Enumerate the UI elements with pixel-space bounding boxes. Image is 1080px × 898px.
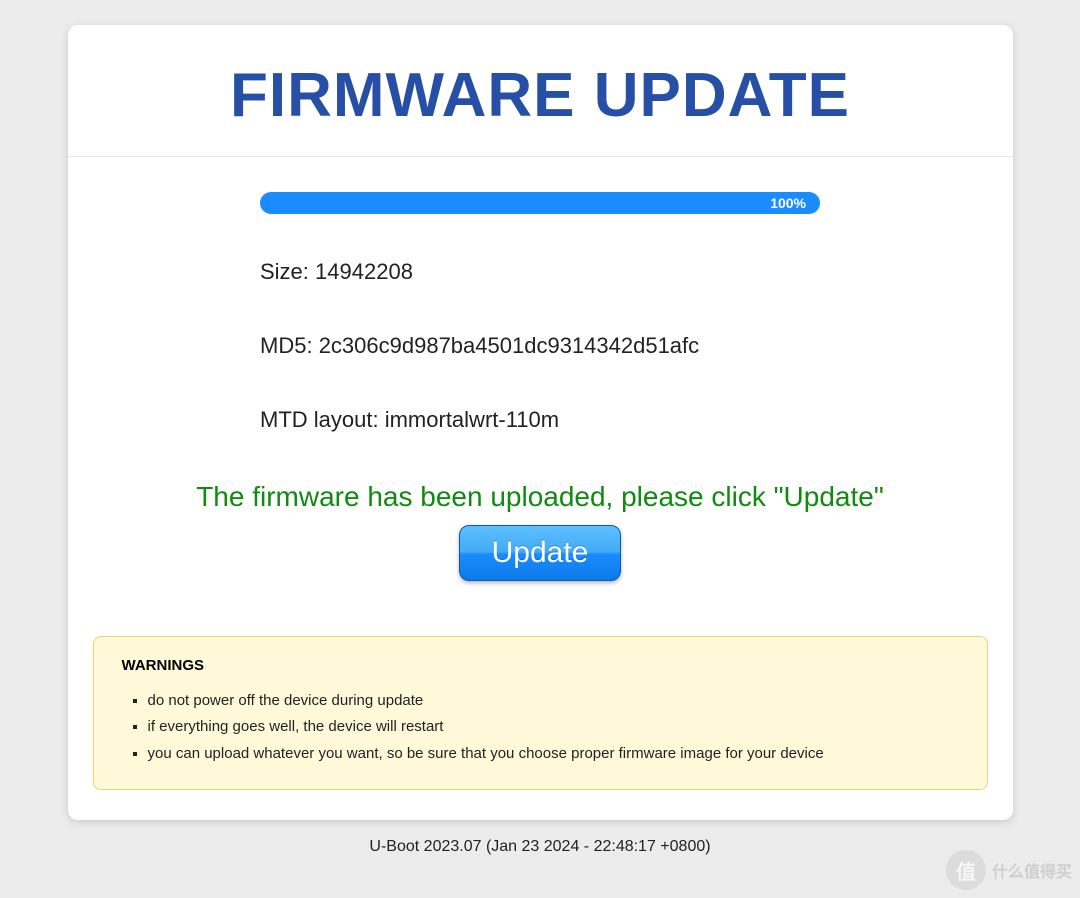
progress-percent: 100% — [770, 195, 806, 211]
firmware-info: Size: 14942208 MD5: 2c306c9d987ba4501dc9… — [260, 259, 820, 433]
watermark: 值 什么值得买 — [946, 850, 1072, 890]
warning-item: if everything goes well, the device will… — [148, 714, 959, 740]
size-label: Size: — [260, 259, 309, 284]
update-button[interactable]: Update — [459, 525, 622, 581]
page-title: FIRMWARE UPDATE — [68, 25, 1013, 156]
divider — [68, 156, 1013, 157]
warnings-heading: WARNINGS — [122, 657, 959, 674]
watermark-icon: 值 — [946, 850, 986, 890]
size-line: Size: 14942208 — [260, 259, 820, 285]
warnings-list: do not power off the device during updat… — [122, 688, 959, 767]
md5-line: MD5: 2c306c9d987ba4501dc9314342d51afc — [260, 333, 820, 359]
progress-bar: 100% — [260, 192, 820, 214]
update-button-container: Update — [68, 525, 1013, 581]
mtd-value: immortalwrt-110m — [385, 407, 559, 432]
warning-item: do not power off the device during updat… — [148, 688, 959, 714]
md5-label: MD5: — [260, 333, 313, 358]
mtd-label: MTD layout: — [260, 407, 379, 432]
progress-container: 100% — [260, 192, 820, 214]
status-message: The firmware has been uploaded, please c… — [68, 481, 1013, 513]
mtd-line: MTD layout: immortalwrt-110m — [260, 407, 820, 433]
footer-version: U-Boot 2023.07 (Jan 23 2024 - 22:48:17 +… — [0, 838, 1080, 856]
warning-item: you can upload whatever you want, so be … — [148, 741, 959, 767]
size-value: 14942208 — [315, 259, 413, 284]
md5-value: 2c306c9d987ba4501dc9314342d51afc — [319, 333, 699, 358]
firmware-update-card: FIRMWARE UPDATE 100% Size: 14942208 MD5:… — [68, 25, 1013, 820]
warnings-box: WARNINGS do not power off the device dur… — [93, 636, 988, 790]
watermark-text: 什么值得买 — [992, 858, 1072, 882]
